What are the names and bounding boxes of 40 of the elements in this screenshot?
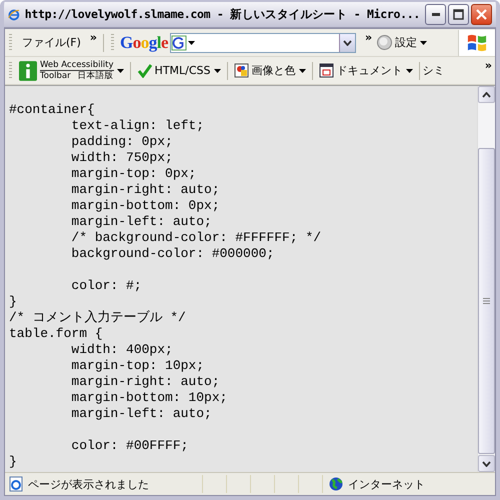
browser-icon (8, 6, 20, 22)
chevron-button[interactable]: » (86, 31, 100, 44)
toolbar-button[interactable]: ドキュメント (316, 63, 416, 78)
search-field[interactable] (170, 32, 356, 52)
caret-icon (298, 68, 306, 72)
page-icon (9, 476, 23, 492)
close-icon (476, 9, 487, 20)
file-menu[interactable]: ファイル(F) (16, 33, 87, 52)
toolbar-button[interactable]: シミ (422, 63, 445, 78)
status-message: ページが表示されました (28, 476, 149, 492)
google-logo: Google (120, 32, 168, 52)
maximize-icon (453, 9, 464, 20)
windows-flag-icon (466, 32, 488, 52)
grip-icon (483, 298, 490, 304)
minimize-button[interactable] (425, 4, 446, 25)
check-icon (136, 63, 152, 78)
info-icon (19, 60, 37, 80)
window-icon (318, 63, 334, 78)
google-g-icon (171, 34, 196, 50)
security-zone: インターネット (348, 476, 425, 492)
image-icon (234, 63, 249, 78)
close-button[interactable] (471, 4, 492, 25)
minimize-icon (432, 13, 440, 16)
settings-button[interactable]: 設定 (375, 35, 430, 50)
chevron-button[interactable]: » (482, 59, 495, 72)
vertical-scrollbar[interactable] (477, 86, 495, 472)
window-title: http://lovelywolf.slmame.com - 新しいスタイルシート - Micro... (24, 7, 420, 22)
accessibility-toolbar-button[interactable]: Web Accessibility Toolbar 日本語版 (16, 60, 127, 81)
caret-icon (420, 40, 428, 44)
caret-icon (214, 68, 221, 72)
toolbar-button[interactable]: 画像と色 (230, 63, 309, 78)
toolbar-button[interactable]: HTML/CSS (134, 63, 224, 78)
circle-icon (377, 35, 392, 50)
maximize-button[interactable] (448, 4, 469, 25)
caret-icon (406, 68, 413, 72)
stylesheet-code: #container{ text-align: left; padding: 0px; width: 750px; margin-top: 0px; margin-right: auto; margin-bottom: 0px; margin-left: auto; /* background-color: #FFFFFF; */ background-color: #000000; color: #; } /* コメント入力テーブル */ table.form { width: 400px; margin-top: 10px; margin-right: auto; margin-bottom: 10px; margin-left: auto; color: #00FFFF; } (8, 101, 322, 471)
caret-icon (116, 68, 124, 72)
dropdown-icon (343, 40, 352, 46)
globe-icon (329, 477, 343, 491)
chevron-button[interactable]: » (362, 31, 376, 44)
